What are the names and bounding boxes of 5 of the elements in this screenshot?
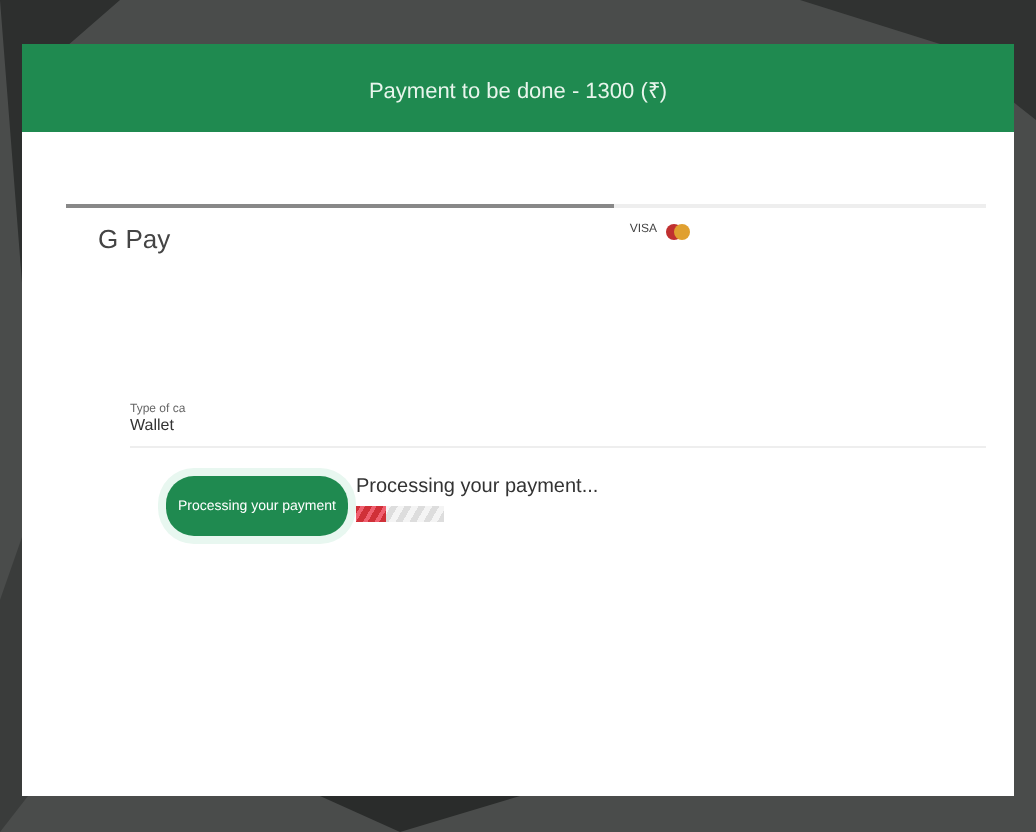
tab[interactable]: G Pay bbox=[66, 204, 614, 280]
field-value: Wallet bbox=[130, 416, 176, 434]
processing-message: Processing your payment... bbox=[355, 476, 599, 498]
card-icon bbox=[665, 224, 689, 240]
dialog-header: Payment to be done - 1300 (₹) bbox=[22, 44, 1014, 132]
